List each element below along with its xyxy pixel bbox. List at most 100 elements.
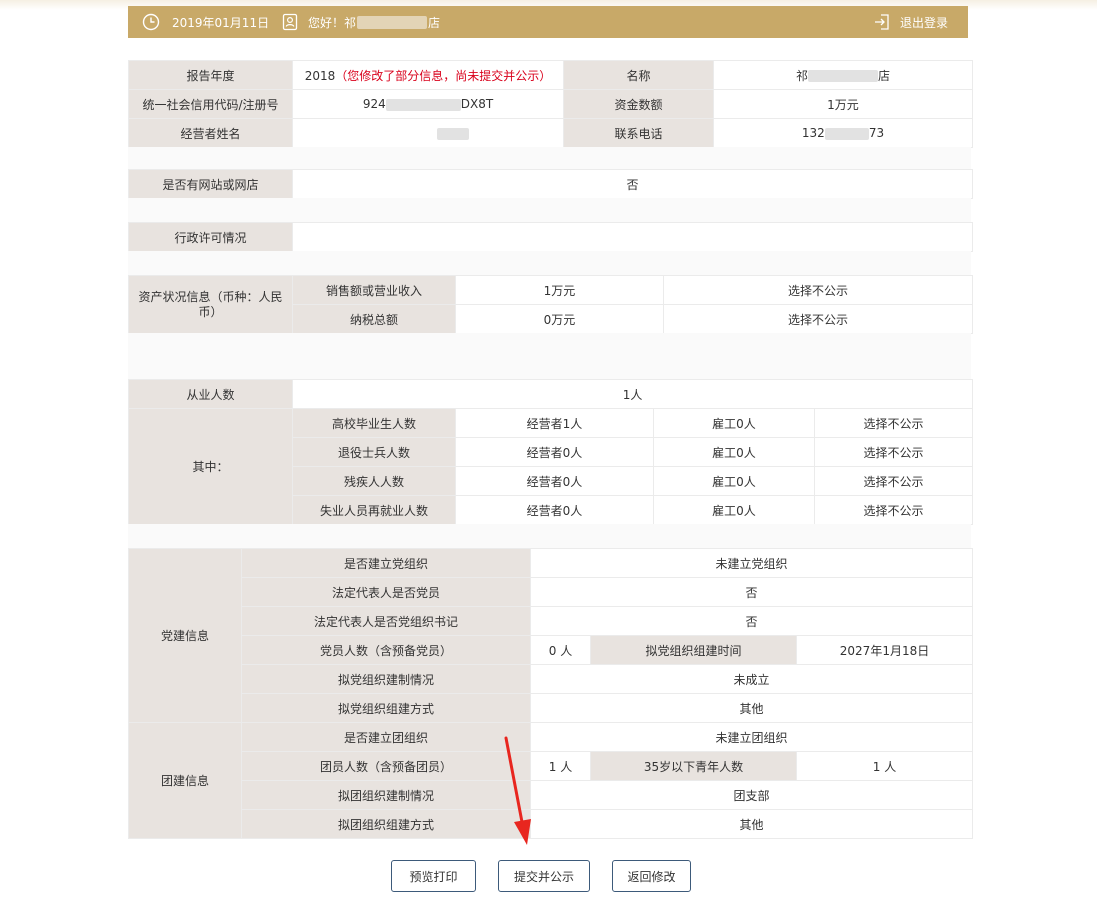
party-plan-method-value: 其他 xyxy=(529,693,974,723)
unsubmitted-notice: （您修改了部分信息，尚未提交并公示） xyxy=(335,68,552,83)
section-gap xyxy=(128,147,971,169)
party-org-label: 是否建立党组织 xyxy=(241,548,531,578)
tax-label: 纳税总额 xyxy=(292,304,456,334)
report-year-cell: 2018（您修改了部分信息，尚未提交并公示） xyxy=(292,60,564,90)
rep-secretary-value: 否 xyxy=(529,606,974,636)
table-row: 法定代表人是否党员 否 xyxy=(129,577,974,607)
league-plan-structure-value: 团支部 xyxy=(529,780,974,810)
veterans-staff: 雇工0人 xyxy=(653,437,815,467)
table-row: 团建信息 是否建立团组织 未建立团组织 xyxy=(128,722,974,839)
reemployed-operator: 经营者0人 xyxy=(455,495,654,525)
league-org-value: 未建立团组织 xyxy=(529,722,974,752)
youth-count-value: 1 人 xyxy=(795,751,974,781)
redacted-name xyxy=(808,70,878,82)
section-gap xyxy=(128,524,971,548)
table-row: 经营者姓名 联系电话 132 73 xyxy=(128,118,973,148)
party-members-value: 0 人 xyxy=(530,635,591,665)
table-row: 拟团组织建制情况 团支部 xyxy=(129,780,974,810)
graduates-publicity: 选择不公示 xyxy=(813,408,974,438)
sales-value: 1万元 xyxy=(455,275,664,305)
operator-name-cell xyxy=(292,118,564,148)
league-plan-method-label: 拟团组织组建方式 xyxy=(241,809,531,839)
party-plan-structure-label: 拟党组织建制情况 xyxy=(241,664,531,694)
table-row: 团员人数（含预备团员） 1 人 35岁以下青年人数 1 人 xyxy=(129,751,974,781)
name-label: 名称 xyxy=(563,60,714,90)
league-org-label: 是否建立团组织 xyxy=(241,722,531,752)
clock-icon xyxy=(142,13,160,31)
reemployed-staff: 雇工0人 xyxy=(653,495,815,525)
section-gap xyxy=(128,198,971,222)
youth-count-label: 35岁以下青年人数 xyxy=(590,751,797,781)
logout-label: 退出登录 xyxy=(900,15,949,30)
assets-table: 资产状况信息（币种：人民币） 销售额或营业收入 1万元 选择不公示 纳税总额 0… xyxy=(128,275,973,334)
credit-code-prefix: 924 xyxy=(362,97,386,111)
phone-label: 联系电话 xyxy=(563,118,714,148)
rep-secretary-label: 法定代表人是否党组织书记 xyxy=(241,606,531,636)
party-plan-time-label: 拟党组织组建时间 xyxy=(590,635,797,665)
date-text: 2019年01月11日 xyxy=(172,15,270,30)
license-table: 行政许可情况 xyxy=(128,222,973,252)
back-edit-button[interactable]: 返回修改 xyxy=(612,860,691,892)
report-year-value: 2018 xyxy=(304,68,336,83)
name-prefix: 祁 xyxy=(795,68,808,83)
phone-prefix: 132 xyxy=(801,126,825,140)
header-date: 2019年01月11日 xyxy=(142,6,269,38)
logout-link[interactable]: 退出登录 xyxy=(874,6,948,38)
disabled-label: 残疾人人数 xyxy=(292,466,456,496)
table-row: 其中： 高校毕业生人数 经营者1人 雇工0人 选择不公示 xyxy=(128,408,974,525)
tax-value: 0万元 xyxy=(455,304,664,334)
user-badge-icon xyxy=(282,13,298,31)
party-label: 党建信息 xyxy=(128,548,242,723)
tax-publicity: 选择不公示 xyxy=(663,304,973,334)
redacted-phone xyxy=(824,127,869,140)
league-plan-structure-label: 拟团组织建制情况 xyxy=(241,780,531,810)
reemployed-label: 失业人员再就业人数 xyxy=(292,495,456,525)
table-row: 是否有网站或网店 否 xyxy=(128,169,973,199)
header-bar: 2019年01月11日 您好！祁 店 退出登录 xyxy=(128,6,968,38)
league-members-value: 1 人 xyxy=(530,751,591,781)
table-row: 党建信息 是否建立党组织 未建立党组织 xyxy=(128,548,974,723)
league-members-label: 团员人数（含预备团员） xyxy=(241,751,531,781)
phone-suffix: 73 xyxy=(868,126,885,140)
party-org-value: 未建立党组织 xyxy=(529,548,974,578)
league-label: 团建信息 xyxy=(128,722,242,839)
table-row: 拟党组织组建方式 其他 xyxy=(129,693,974,723)
operator-name-label: 经营者姓名 xyxy=(128,118,293,148)
website-table: 是否有网站或网店 否 xyxy=(128,169,973,199)
table-row: 从业人数 1人 xyxy=(128,379,974,409)
table-row: 拟团组织组建方式 其他 xyxy=(129,809,974,839)
reemployed-publicity: 选择不公示 xyxy=(813,495,974,525)
greeting-prefix: 您好！祁 xyxy=(308,15,357,30)
party-members-label: 党员人数（含预备党员） xyxy=(241,635,531,665)
license-value xyxy=(292,222,973,252)
employees-value: 1人 xyxy=(291,379,974,409)
sales-publicity: 选择不公示 xyxy=(663,275,973,305)
employees-breakdown-label: 其中： xyxy=(128,408,293,525)
disabled-staff: 雇工0人 xyxy=(653,466,815,496)
submit-publish-button[interactable]: 提交并公示 xyxy=(498,860,590,892)
website-value: 否 xyxy=(292,169,973,199)
rep-member-label: 法定代表人是否党员 xyxy=(241,577,531,607)
section-gap xyxy=(128,251,971,275)
table-row: 统一社会信用代码/注册号 924 DX8T 资金数额 1万元 xyxy=(128,89,973,119)
party-league-table: 党建信息 是否建立党组织 未建立党组织 法定代表人是否党员 否 法定代表人是否党… xyxy=(128,548,974,839)
assets-label: 资产状况信息（币种：人民币） xyxy=(128,275,293,334)
table-row: 法定代表人是否党组织书记 否 xyxy=(129,606,974,636)
veterans-operator: 经营者0人 xyxy=(455,437,654,467)
table-row: 行政许可情况 xyxy=(128,222,973,252)
license-label: 行政许可情况 xyxy=(128,222,293,252)
logout-icon xyxy=(874,13,890,31)
party-plan-structure-value: 未成立 xyxy=(529,664,974,694)
preview-print-button[interactable]: 预览打印 xyxy=(391,860,476,892)
capital-value: 1万元 xyxy=(713,89,973,119)
table-row: 报告年度 2018（您修改了部分信息，尚未提交并公示） 名称 祁 店 xyxy=(128,60,973,90)
report-year-label: 报告年度 xyxy=(128,60,293,90)
graduates-label: 高校毕业生人数 xyxy=(292,408,456,438)
league-plan-method-value: 其他 xyxy=(529,809,974,839)
greeting-suffix: 店 xyxy=(428,15,441,30)
name-suffix: 店 xyxy=(878,68,891,83)
party-plan-time-value: 2027年1月18日 xyxy=(795,635,974,665)
party-plan-method-label: 拟党组织组建方式 xyxy=(241,693,531,723)
employees-table: 从业人数 1人 其中： 高校毕业生人数 经营者1人 雇工0人 选择不公示 退役士… xyxy=(128,379,974,525)
section-gap xyxy=(128,333,971,379)
